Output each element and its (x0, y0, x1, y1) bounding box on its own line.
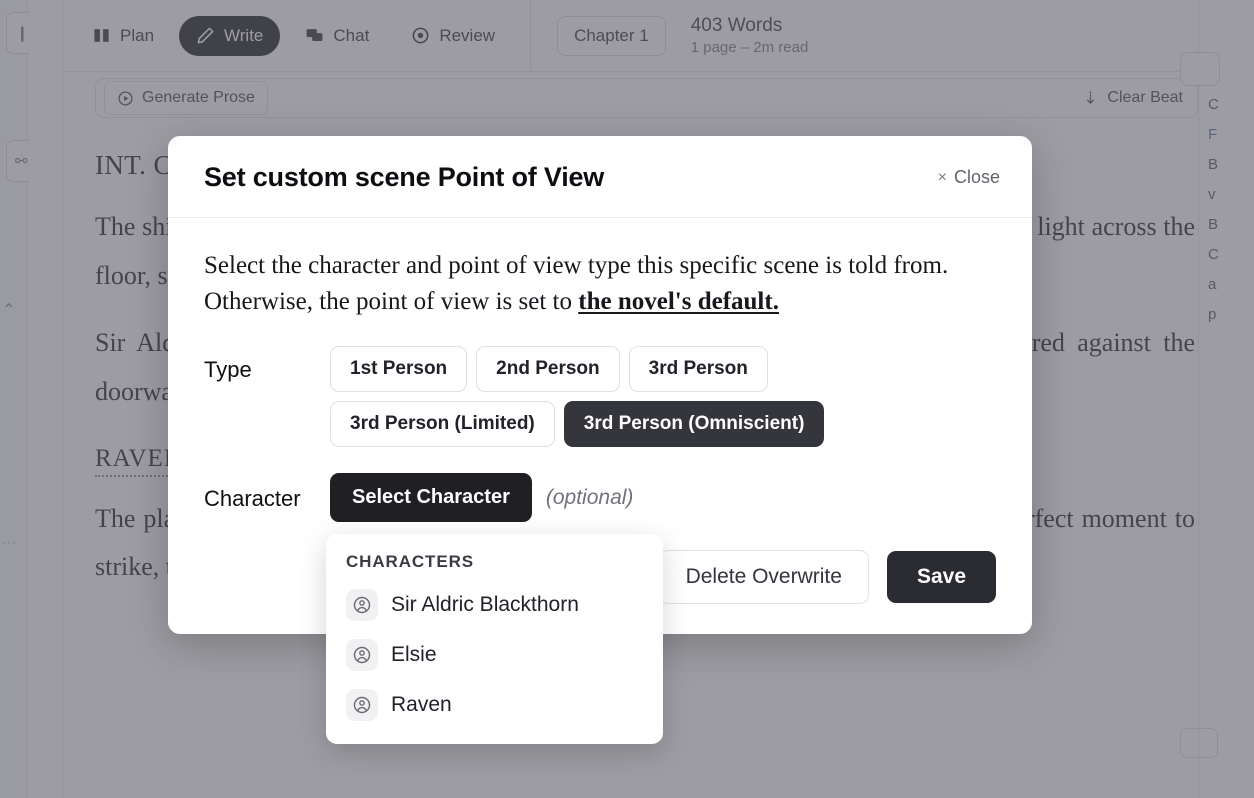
close-label: Close (954, 167, 1000, 188)
character-dropdown-header: CHARACTERS (326, 552, 663, 580)
modal-header: Set custom scene Point of View × Close (168, 136, 1032, 218)
close-button[interactable]: × Close (938, 167, 1000, 188)
app-root: ❙❙ ⚯ ⌃ ··· Plan (0, 0, 1254, 798)
modal-title: Set custom scene Point of View (204, 162, 604, 193)
character-option-elsie[interactable]: Elsie (326, 630, 663, 680)
optional-note: (optional) (546, 486, 634, 510)
select-character-button[interactable]: Select Character (330, 473, 532, 522)
type-option-3rd-person-limited[interactable]: 3rd Person (Limited) (330, 401, 555, 447)
character-label: Character (204, 473, 330, 512)
person-circle-icon (346, 689, 378, 721)
close-icon: × (938, 169, 947, 187)
character-option-label: Sir Aldric Blackthorn (391, 593, 579, 617)
type-option-2nd-person[interactable]: 2nd Person (476, 346, 619, 392)
type-option-3rd-person[interactable]: 3rd Person (629, 346, 768, 392)
character-option-label: Raven (391, 693, 452, 717)
character-option-label: Elsie (391, 643, 437, 667)
character-option-raven[interactable]: Raven (326, 680, 663, 730)
save-button[interactable]: Save (887, 551, 996, 603)
description-text: Select the character and point of view t… (204, 252, 948, 315)
novel-default-link[interactable]: the novel's default. (578, 288, 779, 315)
character-field-row: Character Select Character (optional) (204, 473, 996, 522)
person-circle-icon (346, 589, 378, 621)
type-option-3rd-person-omniscient[interactable]: 3rd Person (Omniscient) (564, 401, 825, 447)
delete-overwrite-button[interactable]: Delete Overwrite (659, 550, 869, 604)
type-option-1st-person[interactable]: 1st Person (330, 346, 467, 392)
character-option-sir-aldric-blackthorn[interactable]: Sir Aldric Blackthorn (326, 580, 663, 630)
character-dropdown: CHARACTERS Sir Aldric Blackthorn Elsie (326, 534, 663, 744)
character-controls: Select Character (optional) (330, 473, 633, 522)
type-option-group: 1st Person 2nd Person 3rd Person 3rd Per… (330, 346, 970, 447)
modal-description: Select the character and point of view t… (204, 248, 994, 320)
type-label: Type (204, 346, 330, 383)
person-circle-icon (346, 639, 378, 671)
type-field-row: Type 1st Person 2nd Person 3rd Person 3r… (204, 346, 996, 447)
modal-body: Select the character and point of view t… (168, 218, 1032, 522)
